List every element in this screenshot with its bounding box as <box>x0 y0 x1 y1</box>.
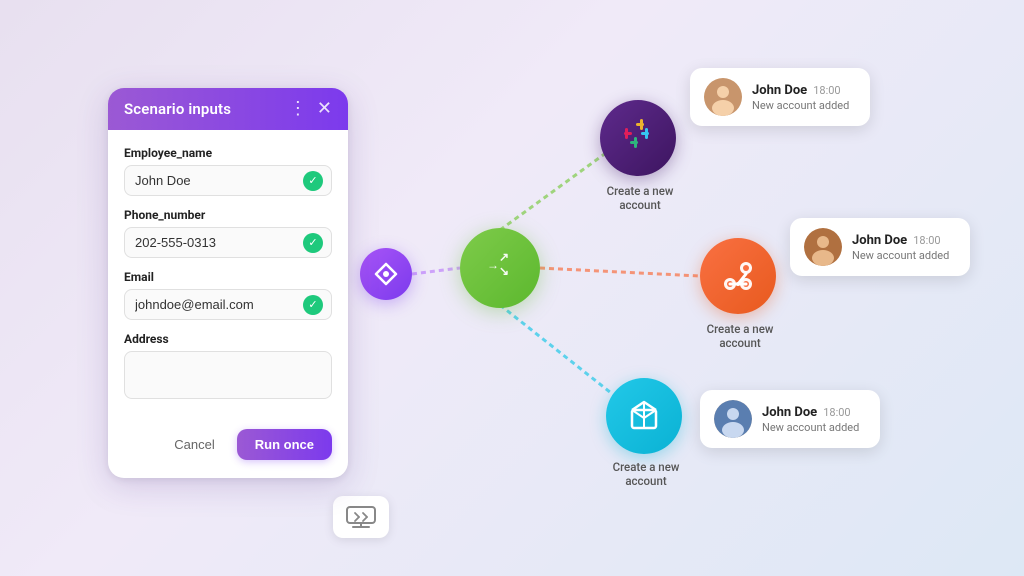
slack-notif-text: John Doe 18:00 New account added <box>752 83 849 112</box>
slack-node-label: Create a new account <box>590 184 690 212</box>
address-input[interactable] <box>124 351 332 399</box>
employee-name-input[interactable] <box>124 165 332 196</box>
hubspot-notif-msg: New account added <box>852 249 949 262</box>
hubspot-notif-avatar <box>804 228 842 266</box>
slack-icon <box>616 116 660 160</box>
slack-notif-msg: New account added <box>752 99 849 112</box>
box-notif-msg: New account added <box>762 421 859 434</box>
employee-name-wrap: ✓ <box>124 165 332 196</box>
hub-icon: → ↗ ↘ <box>477 245 523 291</box>
phone-number-label: Phone_number <box>124 208 332 222</box>
box-notification-card: John Doe 18:00 New account added <box>700 390 880 448</box>
hubspot-notif-text: John Doe 18:00 New account added <box>852 233 949 262</box>
slack-notification-card: John Doe 18:00 New account added <box>690 68 870 126</box>
input-node[interactable] <box>333 496 389 538</box>
avatar-person-icon-2 <box>804 228 842 266</box>
hubspot-notif-name: John Doe <box>852 233 907 248</box>
avatar-person-icon-3 <box>714 400 752 438</box>
box-node-label: Create a new account <box>596 460 696 488</box>
email-label: Email <box>124 270 332 284</box>
modal-header-icons: ⋮ ✕ <box>289 100 332 118</box>
employee-name-label: Employee_name <box>124 146 332 160</box>
address-wrap <box>124 351 332 403</box>
box-node[interactable] <box>606 378 682 454</box>
modal-header: Scenario inputs ⋮ ✕ <box>108 88 348 130</box>
box-notif-time: 18:00 <box>823 406 850 419</box>
scenario-inputs-modal: Scenario inputs ⋮ ✕ Employee_name ✓ Phon… <box>108 88 348 478</box>
router-node[interactable] <box>360 248 412 300</box>
box-notif-name: John Doe <box>762 405 817 420</box>
box-icon <box>622 394 666 438</box>
input-node-icon <box>345 503 377 531</box>
slack-node[interactable] <box>600 100 676 176</box>
email-check-icon: ✓ <box>303 295 323 315</box>
modal-title: Scenario inputs <box>124 100 231 118</box>
slack-notif-name: John Doe <box>752 83 807 98</box>
modal-body: Employee_name ✓ Phone_number ✓ Email ✓ A… <box>108 130 348 403</box>
box-notif-avatar <box>714 400 752 438</box>
more-options-icon[interactable]: ⋮ <box>289 100 307 118</box>
slack-notif-time: 18:00 <box>813 84 840 97</box>
slack-notif-avatar <box>704 78 742 116</box>
slack-notif-name-row: John Doe 18:00 <box>752 83 849 98</box>
phone-number-wrap: ✓ <box>124 227 332 258</box>
router-icon <box>372 260 400 288</box>
box-notif-name-row: John Doe 18:00 <box>762 405 859 420</box>
hubspot-node-label: Create a new account <box>690 322 790 350</box>
modal-footer: Cancel Run once <box>108 415 348 460</box>
hubspot-icon <box>716 254 760 298</box>
phone-number-check-icon: ✓ <box>303 233 323 253</box>
cancel-button[interactable]: Cancel <box>162 430 226 459</box>
close-icon[interactable]: ✕ <box>317 100 332 118</box>
address-label: Address <box>124 332 332 346</box>
svg-text:↘: ↘ <box>499 264 509 278</box>
run-once-button[interactable]: Run once <box>237 429 332 460</box>
hubspot-notif-time: 18:00 <box>913 234 940 247</box>
avatar-person-icon <box>704 78 742 116</box>
hubspot-notif-name-row: John Doe 18:00 <box>852 233 949 248</box>
email-wrap: ✓ <box>124 289 332 320</box>
svg-text:↗: ↗ <box>499 250 509 264</box>
svg-text:→: → <box>487 258 499 272</box>
hubspot-node[interactable] <box>700 238 776 314</box>
phone-number-input[interactable] <box>124 227 332 258</box>
hub-node[interactable]: → ↗ ↘ <box>460 228 540 308</box>
email-input[interactable] <box>124 289 332 320</box>
hubspot-notification-card: John Doe 18:00 New account added <box>790 218 970 276</box>
employee-name-check-icon: ✓ <box>303 171 323 191</box>
box-notif-text: John Doe 18:00 New account added <box>762 405 859 434</box>
